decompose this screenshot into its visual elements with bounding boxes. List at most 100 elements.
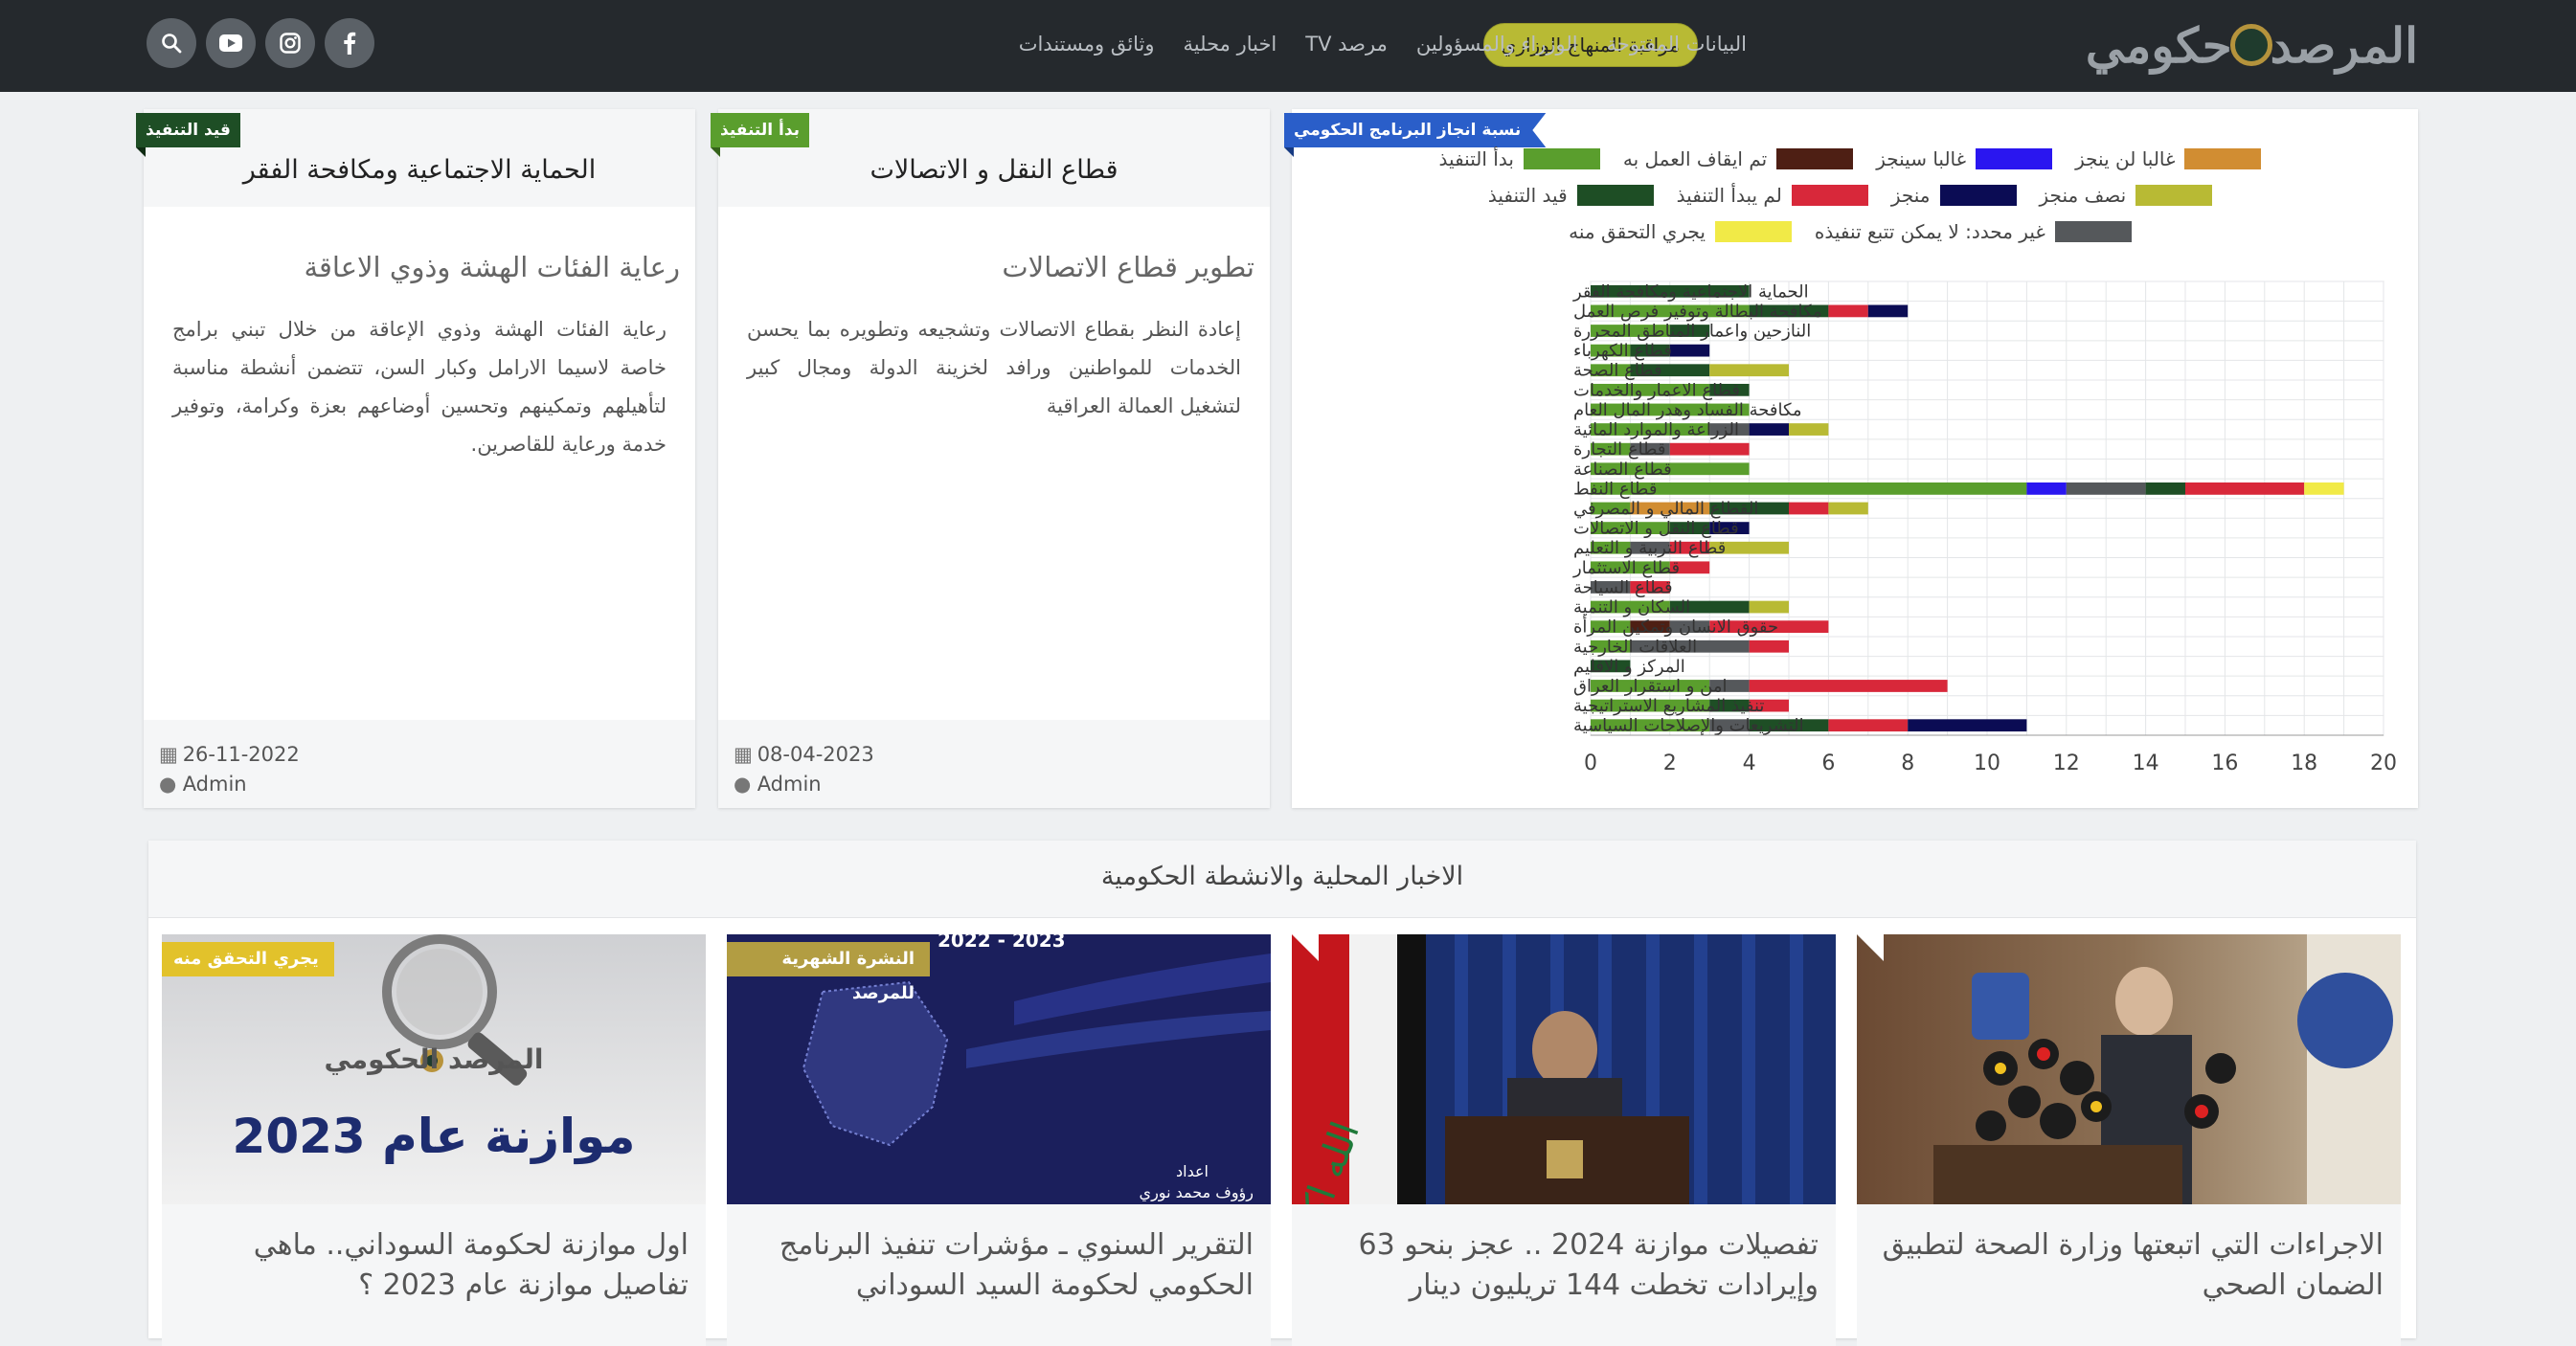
category-label: قطاع الكهرباء <box>1573 341 1672 361</box>
category-label: التشريعات والإصلاحات السياسية <box>1573 716 1804 736</box>
news-title[interactable]: التقرير السنوي ـ مؤشرات تنفيذ البرنامج ا… <box>744 1225 1254 1306</box>
bar-segment: التشريعات والإصلاحات السياسية: منجز 3 <box>1908 719 2027 732</box>
news-badge: يجري التحقق منه <box>162 942 334 976</box>
category-label: السكان و التنمية <box>1573 597 1690 617</box>
stacked-bar-chart: الحماية الاجتماعية ومكافحة الفقر: قيد ال… <box>1572 280 2397 775</box>
bar-segment: قطاع النفط: لم يبدأ التنفيذ 3 <box>2185 482 2305 495</box>
card-footer: ▦ 08-04-2023 ● Admin <box>718 720 1270 808</box>
card-author-text: Admin <box>182 773 247 796</box>
facebook-icon[interactable] <box>325 18 374 68</box>
bar-segment: قطاع النفط: غالبا سينجز 1 <box>2026 482 2067 495</box>
bar-segment: قطاع الكهرباء: منجز 1 <box>1669 344 1710 357</box>
card-subtitle: تطوير قطاع الاتصالات <box>1002 251 1254 283</box>
news-image-year-text: 2022 - 2023 <box>938 934 1066 952</box>
logo-emblem-icon <box>2229 24 2272 66</box>
status-badge: بدأ التنفيذ <box>711 113 810 147</box>
instagram-icon[interactable] <box>265 18 315 68</box>
news-item-annual-report[interactable]: 2022 - 2023 اعداد رؤوف محمد نوري النشرة … <box>727 934 1271 1346</box>
program-card-social-protection[interactable]: الحماية الاجتماعية ومكافحة الفقر قيد الت… <box>136 109 695 808</box>
bar-segment: القطاع المالي و المصرفي: لم يبدأ التنفيذ… <box>1789 502 1829 515</box>
x-tick-label: 18 <box>2291 752 2317 775</box>
card-author-text: Admin <box>757 773 822 796</box>
news-image-prime-minister[interactable]: الله اكبر <box>1292 934 1836 1204</box>
status-badge-fold <box>136 147 146 157</box>
top-navbar: المرصد حكومي مراقبة المنهاج الوزاري البي… <box>0 0 2576 92</box>
news-item-budget-2023[interactable]: المرصد الحكومي موازنة عام 2023 يجري التح… <box>162 934 706 1346</box>
calendar-icon: ▦ <box>159 743 178 766</box>
bar-segment: الزراعة والموارد المائية: منجز 1 <box>1749 423 1789 436</box>
nav-link-tv[interactable]: مرصد TV <box>1305 33 1388 56</box>
bar-segment: مكافحة البطالة وتوفير فرص العمل: لم يبدأ… <box>1828 304 1868 318</box>
x-tick-label: 6 <box>1821 752 1835 775</box>
category-label: القطاع المالي و المصرفي <box>1573 499 1758 519</box>
bar-segment: قطاع النفط: قيد التنفيذ 1 <box>2145 482 2185 495</box>
category-label: قطاع الاستثمار <box>1572 558 1680 578</box>
news-title[interactable]: الاجراءات التي اتبعتها وزارة الصحة لتطبي… <box>1874 1225 2384 1306</box>
news-image-health-minister[interactable] <box>1857 934 2401 1204</box>
program-progress-chart-card: نسبة انجاز البرنامج الحكومي غالبا لن ينج… <box>1284 109 2418 808</box>
youtube-icon[interactable] <box>206 18 256 68</box>
category-label: قطاع الاعمار والخدمات <box>1573 380 1740 400</box>
card-footer: ▦ 26-11-2022 ● Admin <box>144 720 695 808</box>
card-author: ● Admin <box>159 773 247 796</box>
local-news-section: الاخبار المحلية والانشطة الحكومية الاجرا… <box>148 841 2416 1346</box>
site-logo[interactable]: المرصد حكومي <box>2085 13 2419 77</box>
bar-segment: الزراعة والموارد المائية: نصف منجز 1 <box>1789 423 1829 436</box>
x-tick-label: 16 <box>2211 752 2238 775</box>
category-label: مكافحة الفساد وهدر المال العام <box>1573 400 1802 420</box>
program-card-transport[interactable]: قطاع النقل و الاتصالات بدأ التنفيذ تطوير… <box>711 109 1270 808</box>
x-tick-label: 8 <box>1901 752 1914 775</box>
news-image-credit-name: رؤوف محمد نوري <box>1139 1183 1254 1201</box>
x-tick-label: 0 <box>1584 752 1597 775</box>
card-subtitle: رعاية الفئات الهشة وذوي الاعاقة <box>304 251 680 283</box>
bar-segment: قطاع التجارة: لم يبدأ التنفيذ 2 <box>1669 442 1750 456</box>
card-title: قطاع النقل و الاتصالات <box>870 155 1119 185</box>
category-label: الزراعة والموارد المائية <box>1573 420 1739 440</box>
news-corner-fold <box>1292 934 1319 961</box>
bar-segment: العلاقات الخارجية: لم يبدأ التنفيذ 1 <box>1749 639 1789 653</box>
category-label: العلاقات الخارجية <box>1573 637 1697 657</box>
card-date-text: 26-11-2022 <box>182 743 300 766</box>
status-badge: قيد التنفيذ <box>136 113 240 147</box>
category-label: امن و استقرار العراق <box>1573 676 1728 696</box>
search-icon[interactable] <box>147 18 196 68</box>
category-label: مكافحة البطالة وتوفير فرص العمل <box>1573 302 1822 322</box>
nav-link-documents[interactable]: وثائق ومستندات <box>1019 33 1155 56</box>
card-title: الحماية الاجتماعية ومكافحة الفقر <box>242 155 597 185</box>
card-author: ● Admin <box>734 773 822 796</box>
category-label: تنفيذ المشاريع الاستراتيجية <box>1573 696 1764 716</box>
category-label: المركز و الاقليم <box>1573 657 1685 677</box>
category-label: قطاع التربية و التعليم <box>1573 538 1726 558</box>
category-label: الحماية الاجتماعية ومكافحة الفقر <box>1572 281 1809 302</box>
nav-link-open-data[interactable]: البيانات المفتوحة <box>1607 33 1747 56</box>
news-title[interactable]: اول موازنة لحكومة السوداني.. ماهي تفاصيل… <box>179 1225 689 1306</box>
card-date: ▦ 26-11-2022 <box>159 743 300 766</box>
category-label: النازحين واعمار المناطق المحررة <box>1573 322 1811 342</box>
logo-text-part2: حكومي <box>2085 16 2233 74</box>
status-badge-fold <box>711 147 720 157</box>
nav-links: البيانات المفتوحة الوزراء والمسؤولين مرص… <box>990 0 1747 88</box>
category-label: قطاع التجارة <box>1573 439 1665 460</box>
social-links <box>147 18 384 68</box>
news-title[interactable]: تفصيلات موازنة 2024 .. عجز بنحو 63 وإيرا… <box>1309 1225 1819 1306</box>
bar-segment: السكان و التنمية: نصف منجز 1 <box>1749 600 1789 614</box>
nav-link-local-news[interactable]: اخبار محلية <box>1184 33 1277 56</box>
bar-segment: قطاع الصحة: نصف منجز 2 <box>1709 364 1789 377</box>
bar-segment: امن و استقرار العراق: لم يبدأ التنفيذ 5 <box>1749 680 1948 692</box>
news-item-health[interactable]: الاجراءات التي اتبعتها وزارة الصحة لتطبي… <box>1857 934 2401 1346</box>
bar-segment: مكافحة البطالة وتوفير فرص العمل: منجز 1 <box>1867 304 1909 318</box>
nav-link-ministers[interactable]: الوزراء والمسؤولين <box>1416 33 1578 56</box>
card-description: إعادة النظر بقطاع الاتصالات وتشجيعه وتطو… <box>747 318 1241 417</box>
calendar-icon: ▦ <box>734 743 753 766</box>
news-image-credit-label: اعداد <box>1176 1162 1209 1180</box>
news-section-header: الاخبار المحلية والانشطة الحكومية <box>148 841 2416 918</box>
x-tick-label: 10 <box>1974 752 2000 775</box>
bar-segment: التشريعات والإصلاحات السياسية: لم يبدأ ا… <box>1828 719 1909 732</box>
news-item-budget-2024[interactable]: الله اكبر تفصيلات موازنة 2024 .. عجز بنح… <box>1292 934 1836 1346</box>
category-label: قطاع الصناعة <box>1573 460 1672 480</box>
card-description: رعاية الفئات الهشة وذوي الإعاقة من خلال … <box>172 318 667 456</box>
category-label: قطاع النفط <box>1573 479 1657 499</box>
news-image-headline: موازنة عام 2023 <box>232 1109 636 1164</box>
news-section-title: الاخبار المحلية والانشطة الحكومية <box>1100 862 1464 891</box>
category-label: قطاع النقل و الاتصالات <box>1573 519 1739 539</box>
